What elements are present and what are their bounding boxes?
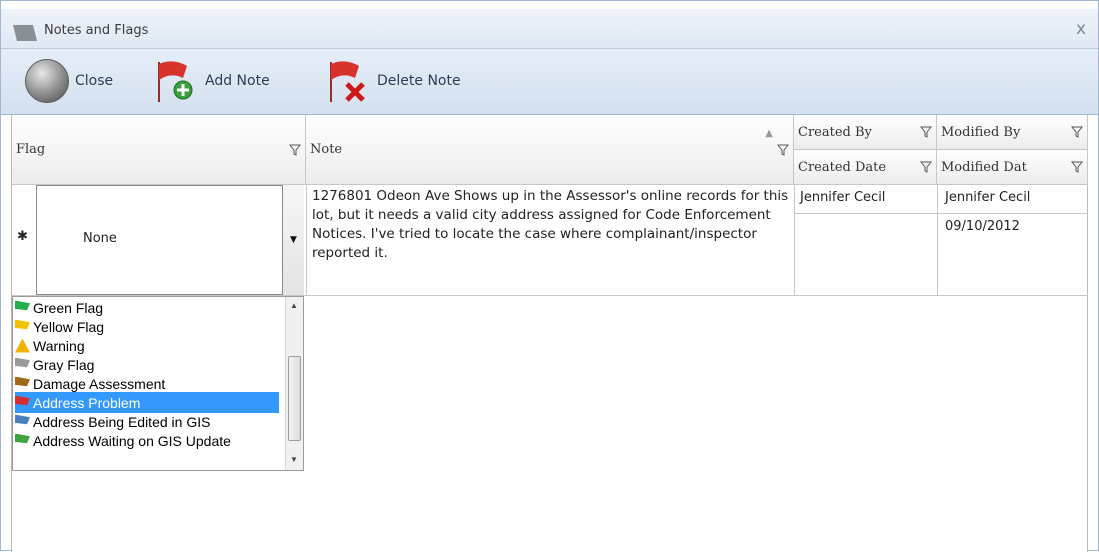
flag-option-label: Yellow Flag [33, 318, 105, 335]
flag-option[interactable]: Address Waiting on GIS Update [15, 430, 279, 451]
modified-date-cell[interactable]: 09/10/2012 [945, 219, 1020, 234]
new-row-indicator: ✱ [17, 229, 28, 244]
flag-column-header[interactable]: Flag [12, 115, 306, 185]
filter-icon[interactable] [920, 161, 932, 173]
table-row[interactable]: ✱ None ▼ 1276801 Odeon Ave Shows up in t… [12, 185, 1088, 296]
damage-assessment-icon [15, 376, 30, 387]
window-title: Notes and Flags [44, 23, 149, 38]
flag-combo-value: None [83, 231, 117, 246]
title-bar: Notes and Flags x [1, 9, 1098, 49]
subrow-divider [795, 213, 1088, 214]
filter-icon[interactable] [289, 144, 301, 156]
add-flag-icon [158, 61, 193, 102]
notes-and-flags-window: Notes and Flags x Close Add Note Delete [0, 0, 1099, 552]
modified-date-column-header[interactable]: Modified Dat [937, 150, 1088, 185]
scroll-down-icon[interactable]: ▼ [290, 455, 298, 464]
close-button-label: Close [75, 73, 114, 89]
close-button[interactable]: Close [25, 53, 113, 109]
flag-option-label: Damage Assessment [33, 375, 166, 392]
window-flag-icon [13, 25, 37, 41]
address-editing-icon [15, 414, 30, 425]
flag-option-label: Address Waiting on GIS Update [33, 432, 231, 449]
column-divider [306, 185, 307, 296]
chevron-down-icon: ▼ [290, 235, 297, 245]
flag-option-label: Address Problem [33, 394, 141, 411]
flag-option[interactable]: Damage Assessment [15, 373, 279, 394]
note-column-header[interactable]: Note ▲ [306, 115, 794, 185]
flag-option[interactable]: Address Problem [15, 392, 279, 413]
modified-by-header-label: Modified By [941, 124, 1021, 140]
address-problem-icon [15, 395, 30, 406]
add-note-button[interactable]: Add Note [153, 53, 270, 109]
created-date-header-label: Created Date [798, 159, 887, 175]
flag-combo[interactable]: None [36, 185, 304, 295]
flag-combo-dropdown-button[interactable]: ▼ [282, 185, 304, 295]
note-cell[interactable]: 1276801 Odeon Ave Shows up in the Assess… [312, 187, 790, 263]
close-circle-icon [25, 59, 69, 103]
delete-flag-icon [330, 61, 365, 102]
filter-icon[interactable] [920, 126, 932, 138]
yellow-flag-icon [15, 319, 30, 330]
flag-options-dropdown: Green Flag Yellow Flag Warning Gray Flag Dam… [12, 296, 304, 471]
flag-option-label: Green Flag [33, 299, 104, 316]
filter-icon[interactable] [1071, 126, 1083, 138]
address-waiting-icon [15, 433, 30, 444]
scroll-up-icon[interactable]: ▲ [290, 301, 298, 310]
modified-date-header-label: Modified Dat [941, 159, 1027, 175]
window-close-icon[interactable]: x [1076, 19, 1086, 39]
flag-option[interactable]: Green Flag [15, 297, 279, 318]
created-by-header-label: Created By [798, 124, 872, 140]
gray-flag-icon [15, 357, 30, 368]
green-flag-icon [15, 300, 30, 311]
column-divider [937, 185, 938, 296]
modified-by-column-header[interactable]: Modified By [937, 115, 1088, 150]
flag-option-label: Address Being Edited in GIS [33, 413, 211, 430]
note-header-label: Note [310, 142, 343, 157]
scrollbar-thumb[interactable] [288, 356, 301, 441]
flag-option[interactable]: Address Being Edited in GIS [15, 411, 279, 432]
created-date-column-header[interactable]: Created Date [794, 150, 937, 185]
flag-option[interactable]: Gray Flag [15, 354, 279, 375]
sort-ascending-icon: ▲ [765, 128, 773, 139]
flag-option-label: Warning [33, 337, 85, 354]
dropdown-scrollbar[interactable]: ▲ ▼ [285, 297, 303, 470]
column-divider [794, 185, 795, 296]
filter-icon[interactable] [1071, 161, 1083, 173]
toolbar: Close Add Note Delete Note [1, 49, 1098, 115]
delete-note-button[interactable]: Delete Note [325, 53, 461, 109]
flag-option-label: Gray Flag [33, 356, 95, 373]
flag-header-label: Flag [16, 142, 46, 157]
created-by-cell[interactable]: Jennifer Cecil [800, 190, 885, 205]
warning-icon [15, 338, 30, 353]
filter-icon[interactable] [777, 144, 789, 156]
delete-note-label: Delete Note [377, 73, 461, 89]
modified-by-cell[interactable]: Jennifer Cecil [945, 190, 1030, 205]
created-by-column-header[interactable]: Created By [794, 115, 937, 150]
notes-grid: Flag Note ▲ Created By Created Date Modi… [11, 115, 1088, 552]
add-note-label: Add Note [205, 73, 270, 89]
flag-option[interactable]: Yellow Flag [15, 316, 279, 337]
flag-option[interactable]: Warning [15, 335, 279, 356]
